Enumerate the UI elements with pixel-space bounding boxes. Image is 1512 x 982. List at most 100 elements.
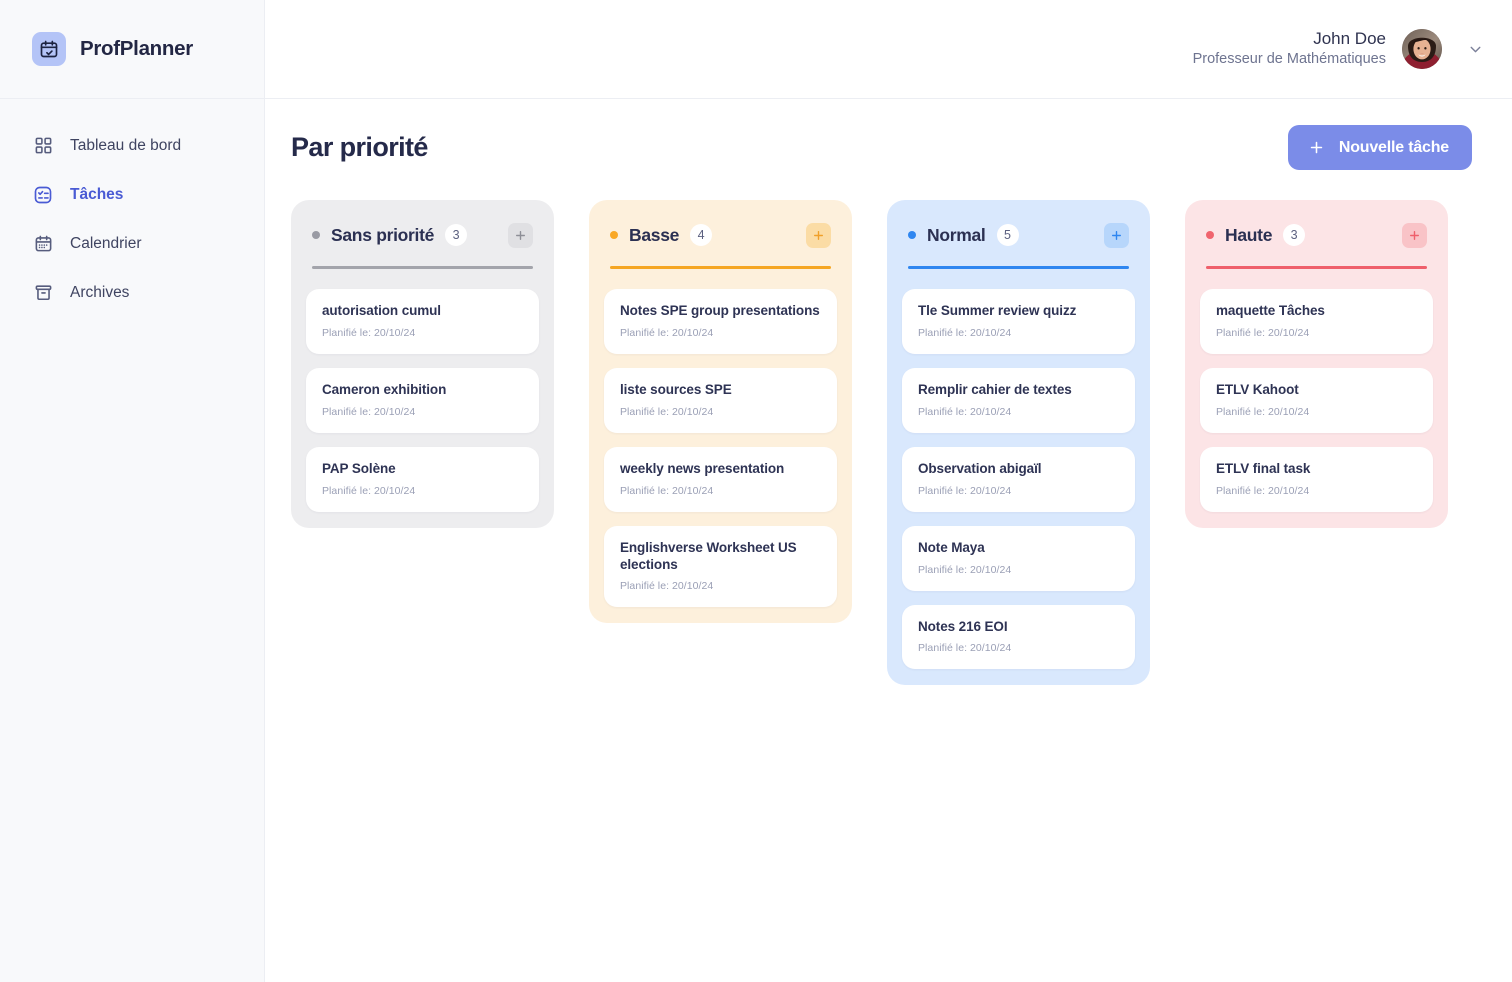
chevron-down-icon[interactable] [1464, 38, 1486, 60]
task-card[interactable]: Englishverse Worksheet US elections Plan… [604, 525, 837, 608]
topbar: John Doe Professeur de Mathématiques [265, 0, 1512, 99]
user-role: Professeur de Mathématiques [1192, 50, 1386, 67]
task-meta: Planifié le: 20/10/24 [620, 405, 714, 418]
sidebar-item-tableau-de-bord[interactable]: Tableau de bord [0, 121, 264, 170]
checklist-icon [32, 184, 54, 206]
avatar[interactable] [1402, 29, 1442, 69]
plus-icon [1308, 139, 1326, 157]
column-title: Basse [629, 224, 680, 245]
column-rule [908, 266, 1129, 269]
add-task-to-column-button[interactable] [1104, 222, 1129, 248]
task-meta: Planifié le: 20/10/24 [620, 580, 714, 593]
priority-dot-icon [312, 231, 320, 239]
task-card[interactable]: liste sources SPE Planifié le: 20/10/24 [604, 367, 837, 433]
task-meta: Planifié le: 20/10/24 [322, 484, 416, 497]
task-card[interactable]: weekly news presentation Planifié le: 20… [604, 446, 837, 512]
sidebar-item-label: Tâches [70, 185, 124, 203]
calendar-check-icon [32, 32, 66, 66]
board-column-normal: Normal 5 Tle Summer review quizz Planifi… [887, 200, 1150, 686]
grid-icon [32, 135, 54, 157]
column-count-badge: 4 [690, 224, 713, 246]
task-title: weekly news presentation [620, 460, 785, 476]
priority-board: Sans priorité 3 autorisation cumul Plani… [291, 200, 1472, 686]
sidebar-item-taches[interactable]: Tâches [0, 170, 264, 219]
column-header: Basse 4 [604, 222, 837, 248]
user-info: John Doe Professeur de Mathématiques [1192, 29, 1386, 68]
task-title: maquette Tâches [1216, 303, 1325, 318]
column-header: Haute 3 [1200, 222, 1433, 248]
new-task-button[interactable]: Nouvelle tâche [1287, 125, 1472, 170]
task-card[interactable]: autorisation cumul Planifié le: 20/10/24 [306, 289, 539, 354]
priority-dot-icon [1206, 231, 1214, 239]
task-card[interactable]: maquette Tâches Planifié le: 20/10/24 [1200, 289, 1433, 354]
task-title: PAP Solène [322, 460, 396, 476]
task-card[interactable]: Tle Summer review quizz Planifié le: 20/… [902, 289, 1135, 354]
archive-icon [32, 282, 54, 304]
task-meta: Planifié le: 20/10/24 [1216, 326, 1310, 339]
page-title: Par priorité [291, 132, 428, 162]
board-column-haute: Haute 3 maquette Tâches Planifié le: 20/… [1185, 200, 1448, 528]
task-meta: Planifié le: 20/10/24 [620, 484, 714, 497]
column-header: Sans priorité 3 [306, 222, 539, 248]
task-card[interactable]: ETLV Kahoot Planifié le: 20/10/24 [1200, 367, 1433, 433]
task-title: ETLV Kahoot [1216, 381, 1299, 397]
column-rule [610, 266, 831, 269]
task-card[interactable]: Notes SPE group presentations Planifié l… [604, 289, 837, 354]
task-title: Notes SPE group presentations [620, 303, 820, 318]
task-title: Englishverse Worksheet US elections [620, 539, 797, 572]
sidebar-item-label: Tableau de bord [70, 136, 182, 154]
column-count-badge: 3 [1283, 224, 1306, 246]
task-meta: Planifié le: 20/10/24 [918, 405, 1012, 418]
priority-dot-icon [908, 231, 916, 239]
priority-dot-icon [610, 231, 618, 239]
user-menu[interactable]: John Doe Professeur de Mathématiques [1193, 29, 1486, 69]
user-name: John Doe [1313, 29, 1386, 49]
main-area: John Doe Professeur de Mathématiques Par… [265, 0, 1512, 982]
task-meta: Planifié le: 20/10/24 [918, 484, 1012, 497]
task-card[interactable]: ETLV final task Planifié le: 20/10/24 [1200, 446, 1433, 512]
task-card[interactable]: Notes 216 EOI Planifié le: 20/10/24 [902, 604, 1135, 670]
sidebar-nav: Tableau de bord Tâches Calendrier Archiv… [0, 99, 264, 317]
task-title: liste sources SPE [620, 381, 732, 397]
sidebar-item-label: Calendrier [70, 234, 142, 252]
task-card[interactable]: Remplir cahier de textes Planifié le: 20… [902, 367, 1135, 433]
brand-name: ProfPlanner [80, 37, 193, 60]
column-cards: autorisation cumul Planifié le: 20/10/24… [306, 289, 539, 512]
sidebar-item-calendrier[interactable]: Calendrier [0, 219, 264, 268]
task-card[interactable]: Observation abigaïl Planifié le: 20/10/2… [902, 446, 1135, 512]
task-meta: Planifié le: 20/10/24 [620, 326, 714, 339]
task-title: Cameron exhibition [322, 381, 447, 397]
column-title: Sans priorité [331, 224, 435, 245]
column-count-badge: 3 [445, 224, 468, 246]
sidebar-item-archives[interactable]: Archives [0, 268, 264, 317]
brand[interactable]: ProfPlanner [0, 0, 264, 99]
new-task-label: Nouvelle tâche [1338, 138, 1449, 156]
task-meta: Planifié le: 20/10/24 [1216, 405, 1310, 418]
content-header: Par priorité Nouvelle tâche [291, 125, 1472, 170]
column-cards: maquette Tâches Planifié le: 20/10/24 ET… [1200, 289, 1433, 512]
task-card[interactable]: Note Maya Planifié le: 20/10/24 [902, 525, 1135, 591]
add-task-to-column-button[interactable] [806, 222, 831, 248]
task-meta: Planifié le: 20/10/24 [918, 563, 1012, 576]
column-cards: Tle Summer review quizz Planifié le: 20/… [902, 289, 1135, 670]
add-task-to-column-button[interactable] [508, 222, 533, 248]
column-header: Normal 5 [902, 222, 1135, 248]
sidebar-item-label: Archives [70, 283, 130, 301]
task-title: Tle Summer review quizz [918, 303, 1077, 318]
task-card[interactable]: Cameron exhibition Planifié le: 20/10/24 [306, 367, 539, 433]
column-count-badge: 5 [996, 224, 1019, 246]
board-column-basse: Basse 4 Notes SPE group presentations Pl… [589, 200, 852, 624]
calendar-icon [32, 233, 54, 255]
column-rule [312, 266, 533, 269]
task-title: Observation abigaïl [918, 460, 1042, 476]
task-meta: Planifié le: 20/10/24 [1216, 484, 1310, 497]
task-title: Note Maya [918, 539, 985, 555]
column-rule [1206, 266, 1427, 269]
task-meta: Planifié le: 20/10/24 [918, 642, 1012, 655]
add-task-to-column-button[interactable] [1402, 222, 1427, 248]
task-title: ETLV final task [1216, 460, 1311, 476]
task-card[interactable]: PAP Solène Planifié le: 20/10/24 [306, 446, 539, 512]
content: Par priorité Nouvelle tâche Sans priorit… [265, 99, 1512, 982]
column-title: Haute [1225, 224, 1273, 245]
task-title: Remplir cahier de textes [918, 381, 1072, 397]
